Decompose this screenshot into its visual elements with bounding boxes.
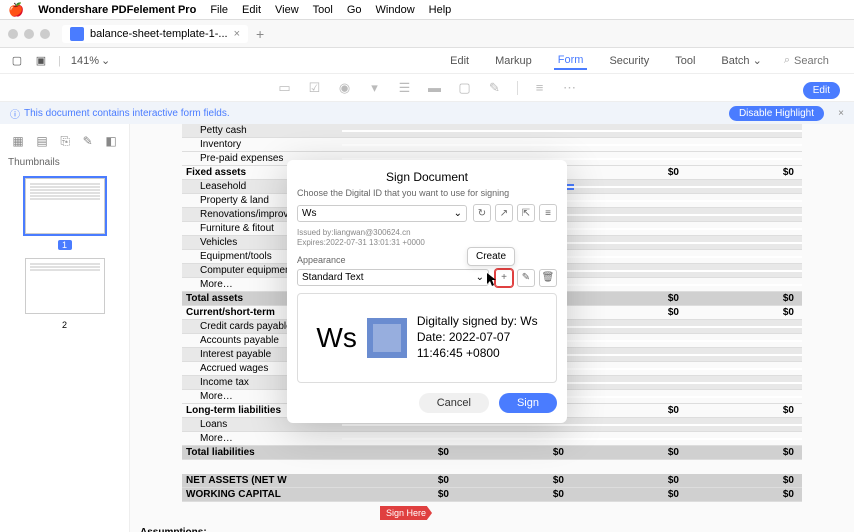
list-id-icon[interactable]: ≡ <box>539 204 557 222</box>
preview-initials: Ws <box>316 322 356 354</box>
digital-id-select[interactable]: Ws⌄ <box>297 205 467 222</box>
cancel-button[interactable]: Cancel <box>419 393 489 413</box>
app-name: Wondershare PDFelement Pro <box>38 4 196 16</box>
export-id-icon[interactable]: ↗ <box>495 204 513 222</box>
preview-text: Digitally signed by: Ws Date: 2022-07-07… <box>417 314 538 361</box>
appearance-select[interactable]: Standard Text⌄ <box>297 269 489 286</box>
dialog-title: Sign Document <box>297 170 557 184</box>
menu-go[interactable]: Go <box>347 4 362 16</box>
preview-logo-icon <box>367 318 407 358</box>
dialog-subtitle: Choose the Digital ID that you want to u… <box>297 188 557 198</box>
id-metadata: Issued by:liangwan@300624.cn Expires:202… <box>297 228 557 249</box>
menu-help[interactable]: Help <box>429 4 452 16</box>
menu-edit[interactable]: Edit <box>242 4 261 16</box>
appearance-label: Appearance <box>297 255 557 265</box>
add-appearance-button[interactable]: + <box>495 269 513 287</box>
refresh-id-icon[interactable]: ↻ <box>473 204 491 222</box>
sign-button[interactable]: Sign <box>499 393 557 413</box>
menu-tool[interactable]: Tool <box>313 4 333 16</box>
menu-window[interactable]: Window <box>376 4 415 16</box>
chevron-down-icon: ⌄ <box>454 208 462 219</box>
modal-overlay: Sign Document Choose the Digital ID that… <box>0 20 854 532</box>
create-tooltip: Create <box>467 247 515 266</box>
menu-file[interactable]: File <box>210 4 228 16</box>
import-id-icon[interactable]: ⇱ <box>517 204 535 222</box>
delete-appearance-icon[interactable]: 🗑 <box>539 269 557 287</box>
edit-appearance-icon[interactable]: ✎ <box>517 269 535 287</box>
apple-logo-icon: 🍎 <box>8 2 24 18</box>
signature-preview: Ws Digitally signed by: Ws Date: 2022-07… <box>297 293 557 383</box>
app-window: balance-sheet-template-1-... × + ▢ ▣ | 1… <box>0 20 854 532</box>
chevron-down-icon: ⌄ <box>476 272 484 283</box>
macos-menubar: 🍎 Wondershare PDFelement Pro File Edit V… <box>0 0 854 20</box>
sign-document-dialog: Sign Document Choose the Digital ID that… <box>287 160 567 423</box>
menu-view[interactable]: View <box>275 4 299 16</box>
